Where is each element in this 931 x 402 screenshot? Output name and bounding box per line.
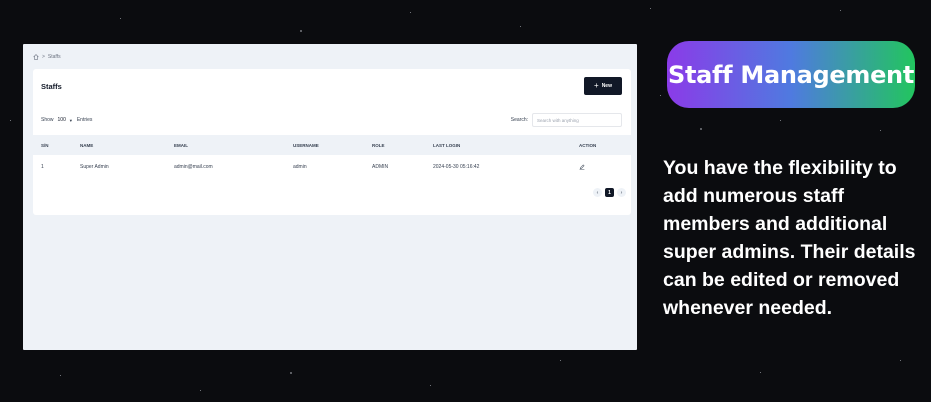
feature-badge: Staff Management — [667, 41, 915, 108]
chevron-down-icon: ▼ — [68, 117, 73, 123]
new-staff-button[interactable]: + New — [584, 77, 622, 95]
search-input[interactable] — [532, 113, 622, 127]
table-row: 1 Super Admin admin@mail.com admin ADMIN… — [33, 157, 631, 177]
header-email: EMAIL — [174, 142, 188, 148]
cell-last-login: 2024-05-30 05:16:42 — [433, 164, 480, 170]
entries-select[interactable]: 100 ▼ — [58, 117, 73, 123]
entries-value: 100 — [57, 117, 66, 123]
table-header: S/N NAME EMAIL USERNAME ROLE LAST LOGIN … — [33, 135, 631, 155]
cell-username: admin — [293, 164, 307, 170]
entries-control: Show 100 ▼ Entries — [41, 117, 92, 123]
chevron-right-icon[interactable]: › — [617, 188, 626, 197]
breadcrumb-current: Staffs — [47, 54, 61, 60]
header-role: ROLE — [372, 142, 385, 148]
cell-sn: 1 — [41, 164, 44, 170]
header-action: ACTION — [579, 142, 597, 148]
breadcrumb: > Staffs — [33, 54, 61, 60]
feature-description: You have the flexibility to add numerous… — [663, 157, 916, 319]
plus-icon: + — [594, 81, 599, 90]
cell-email: admin@mail.com — [174, 164, 213, 170]
pagination: ‹ 1 › — [593, 188, 626, 197]
header-name: NAME — [80, 142, 94, 148]
edit-button[interactable] — [579, 157, 585, 177]
badge-title: Staff Management — [667, 60, 915, 89]
breadcrumb-separator: > — [42, 54, 45, 60]
edit-icon — [579, 164, 585, 170]
home-icon[interactable] — [33, 54, 39, 60]
staffs-card: Staffs + New Show 100 ▼ Entries Search: … — [33, 69, 631, 215]
page-current[interactable]: 1 — [605, 188, 614, 197]
show-label: Show — [41, 117, 54, 123]
page-title: Staffs — [41, 82, 62, 91]
new-button-label: New — [601, 83, 612, 89]
header-last-login: LAST LOGIN — [433, 142, 461, 148]
header-username: USERNAME — [293, 142, 319, 148]
entries-label: Entries — [76, 117, 93, 123]
header-sn: S/N — [41, 142, 49, 148]
search-control: Search: — [511, 113, 622, 127]
app-screenshot: > Staffs Staffs + New Show 100 ▼ Entries… — [23, 44, 637, 350]
cell-role: ADMIN — [372, 164, 389, 170]
chevron-left-icon[interactable]: ‹ — [593, 188, 602, 197]
search-label: Search: — [510, 117, 528, 123]
cell-name: Super Admin — [80, 164, 109, 170]
